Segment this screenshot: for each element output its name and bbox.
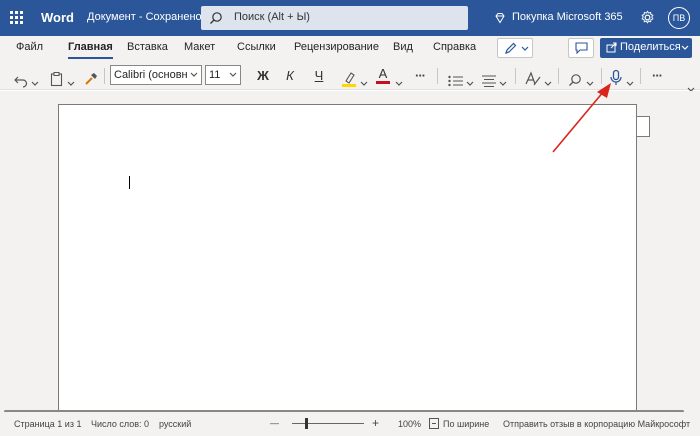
language-indicator[interactable]: русский — [159, 419, 191, 429]
font-size-select[interactable]: 11 — [205, 65, 241, 85]
bold-button[interactable]: Ж — [254, 65, 272, 87]
title-bar: Word Документ - Сохранено в Поиск (Alt +… — [0, 0, 700, 36]
document-canvas[interactable] — [0, 91, 700, 414]
document-page[interactable] — [58, 104, 637, 414]
more-options-button[interactable]: ··· — [648, 65, 666, 87]
tab-home[interactable]: Главная — [68, 41, 113, 59]
zoom-slider-thumb[interactable] — [305, 418, 308, 429]
share-button[interactable]: Поделиться — [600, 38, 692, 58]
editing-mode-button[interactable] — [497, 38, 533, 58]
text-cursor — [129, 176, 130, 189]
chevron-down-icon — [521, 46, 529, 51]
search-box[interactable]: Поиск (Alt + Ы) — [201, 6, 468, 30]
document-title[interactable]: Документ - Сохранено в — [87, 11, 203, 23]
buy-microsoft-365-link[interactable]: Покупка Microsoft 365 — [512, 11, 623, 23]
page-side-marker — [637, 116, 650, 137]
styles-icon[interactable] — [525, 68, 541, 90]
zoom-level[interactable]: 100% — [398, 419, 421, 429]
ribbon-toolbar: Calibri (основн 11 Ж К Ч A ··· ··· — [0, 62, 700, 92]
italic-button[interactable]: К — [282, 65, 298, 87]
undo-icon[interactable] — [14, 70, 28, 92]
word-count[interactable]: Число слов: 0 — [91, 419, 149, 429]
zoom-in-button[interactable]: + — [372, 416, 379, 430]
avatar[interactable]: ПВ — [668, 7, 690, 29]
font-size-value: 11 — [209, 69, 221, 81]
bullets-icon[interactable] — [448, 70, 463, 92]
gear-icon[interactable] — [640, 10, 655, 25]
format-painter-icon[interactable] — [84, 68, 98, 90]
chevron-down-icon — [229, 72, 237, 77]
dictate-microphone-icon[interactable] — [610, 67, 622, 89]
tab-review[interactable]: Рецензирование — [294, 41, 379, 53]
more-font-options-button[interactable]: ··· — [411, 65, 429, 87]
font-name-select[interactable]: Calibri (основн — [110, 65, 202, 85]
separator — [640, 68, 641, 84]
zoom-out-button[interactable]: — — [270, 418, 279, 428]
tab-view[interactable]: Вид — [393, 41, 413, 53]
app-launcher-icon[interactable] — [10, 11, 24, 25]
tab-insert[interactable]: Вставка — [127, 41, 168, 53]
chevron-down-icon — [681, 45, 689, 50]
feedback-link[interactable]: Отправить отзыв в корпорацию Майкрософт — [503, 419, 690, 429]
separator — [104, 68, 105, 84]
underline-button[interactable]: Ч — [311, 65, 327, 87]
fit-width-icon — [429, 418, 439, 429]
tab-help[interactable]: Справка — [433, 41, 476, 53]
search-placeholder: Поиск (Alt + Ы) — [234, 11, 310, 23]
clipboard-icon[interactable] — [50, 68, 63, 90]
zoom-slider-track[interactable] — [292, 423, 364, 424]
diamond-icon — [495, 13, 505, 24]
page-count: Страница 1 из 1 — [14, 419, 82, 429]
find-icon[interactable] — [568, 69, 582, 91]
status-bar: Страница 1 из 1 Число слов: 0 русский — … — [0, 412, 700, 436]
tab-layout[interactable]: Макет — [184, 41, 215, 53]
fit-width-button[interactable]: По ширине — [443, 419, 489, 429]
share-icon — [606, 42, 617, 53]
search-icon — [210, 12, 222, 24]
tab-file[interactable]: Файл — [16, 41, 43, 53]
separator — [601, 68, 602, 84]
comments-button[interactable] — [568, 38, 594, 58]
vertical-scrollbar[interactable] — [688, 91, 700, 412]
font-name-value: Calibri (основн — [114, 69, 188, 81]
menu-tabs: Файл Главная Вставка Макет Ссылки Реценз… — [0, 36, 700, 62]
separator — [437, 68, 438, 84]
app-name[interactable]: Word — [41, 10, 74, 25]
comment-icon — [575, 42, 588, 54]
separator — [515, 68, 516, 84]
align-icon[interactable] — [482, 70, 496, 92]
chevron-down-icon — [190, 72, 198, 78]
font-color-swatch — [376, 81, 390, 84]
tab-references[interactable]: Ссылки — [237, 41, 276, 53]
pencil-icon — [505, 42, 517, 54]
share-label: Поделиться — [620, 41, 681, 53]
separator — [558, 68, 559, 84]
highlighter-icon[interactable] — [342, 68, 356, 90]
